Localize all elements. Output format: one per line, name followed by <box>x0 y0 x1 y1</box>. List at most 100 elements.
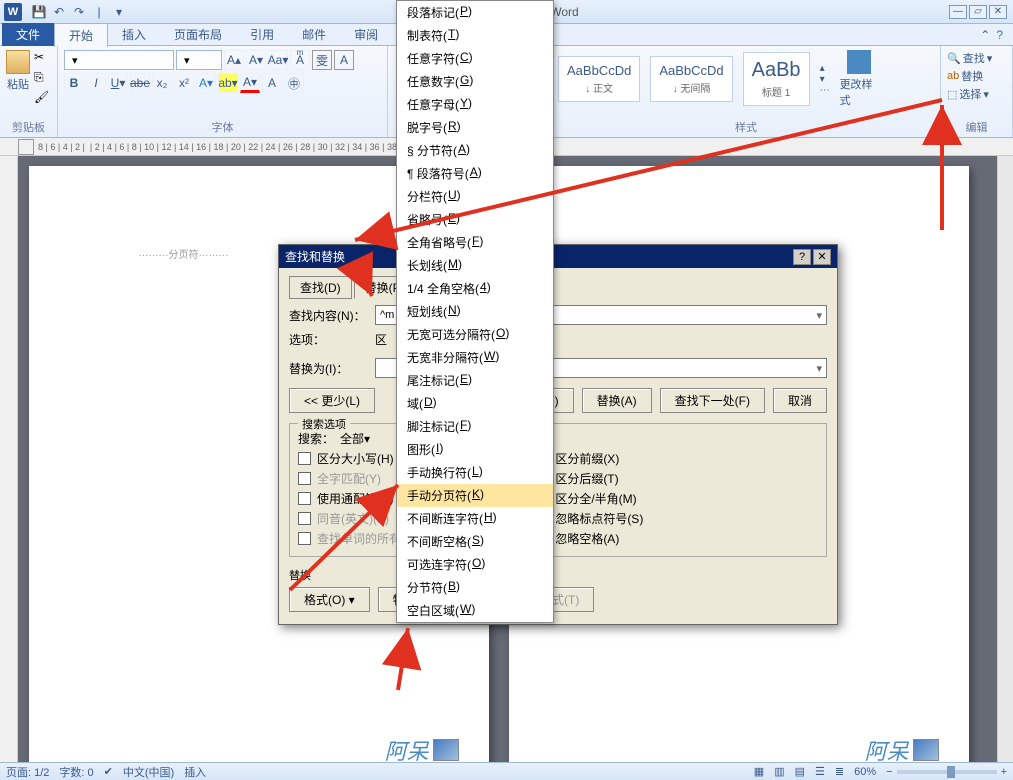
dialog-close-button[interactable]: ✕ <box>813 249 831 265</box>
replace-all-button[interactable]: 替换(A) <box>582 388 652 413</box>
bold-icon[interactable]: B <box>64 73 84 93</box>
view-outline-icon[interactable]: ☰ <box>815 765 825 778</box>
font-family-combo[interactable]: ▾ <box>64 50 174 70</box>
menu-item-2[interactable]: 任意字符(C) <box>397 47 553 70</box>
zoom-in-icon[interactable]: + <box>1001 766 1007 778</box>
tab-file[interactable]: 文件 <box>2 23 54 46</box>
zoom-value[interactable]: 60% <box>854 766 876 778</box>
qat-more-icon[interactable]: ▾ <box>110 3 128 21</box>
status-lang[interactable]: 中文(中国) <box>123 764 174 780</box>
chk-whole[interactable] <box>298 472 311 485</box>
menu-item-21[interactable]: 手动分页符(K) <box>397 484 553 507</box>
menu-item-16[interactable]: 尾注标记(E) <box>397 369 553 392</box>
menu-item-20[interactable]: 手动换行符(L) <box>397 461 553 484</box>
menu-item-10[interactable]: 全角省略号(F) <box>397 231 553 254</box>
menu-item-6[interactable]: § 分节符(A) <box>397 139 553 162</box>
grow-font-icon[interactable]: A▴ <box>224 50 244 70</box>
menu-item-5[interactable]: 脱字号(R) <box>397 116 553 139</box>
style-normal[interactable]: AaBbCcDd ↓ 正文 <box>558 56 640 102</box>
styles-scroll-up-icon[interactable]: ▴ <box>820 63 830 74</box>
italic-icon[interactable]: I <box>86 73 106 93</box>
chk-wildcard[interactable] <box>298 492 311 505</box>
menu-item-3[interactable]: 任意数字(G) <box>397 70 553 93</box>
menu-item-22[interactable]: 不间断连字符(H) <box>397 507 553 530</box>
less-button[interactable]: << 更少(L) <box>289 388 375 413</box>
dialog-titlebar[interactable]: 查找和替换 ? ✕ <box>279 245 837 268</box>
select-button[interactable]: ⬚选择▾ <box>947 86 1006 102</box>
menu-item-23[interactable]: 不间断空格(S) <box>397 530 553 553</box>
zoom-slider[interactable] <box>897 770 997 774</box>
menu-item-18[interactable]: 脚注标记(F) <box>397 415 553 438</box>
paste-button[interactable]: 粘贴 <box>6 50 30 108</box>
shrink-font-icon[interactable]: A▾ <box>246 50 266 70</box>
view-web-icon[interactable]: ▤ <box>795 765 805 778</box>
font-color-icon[interactable]: A▾ <box>240 73 260 93</box>
cancel-button[interactable]: 取消 <box>773 388 827 413</box>
replace-button[interactable]: ab替换 <box>947 68 1006 84</box>
tab-review[interactable]: 审阅 <box>340 23 392 46</box>
find-next-button[interactable]: 查找下一处(F) <box>660 388 765 413</box>
save-icon[interactable]: 💾 <box>30 3 48 21</box>
menu-item-0[interactable]: 段落标记(P) <box>397 1 553 24</box>
chk-sound[interactable] <box>298 512 311 525</box>
menu-item-7[interactable]: ¶ 段落符号(A) <box>397 162 553 185</box>
style-nospacing[interactable]: AaBbCcDd ↓ 无间隔 <box>650 56 732 102</box>
strike-icon[interactable]: abe <box>130 73 150 93</box>
change-styles-button[interactable]: 更改样式 <box>840 50 878 108</box>
superscript-icon[interactable]: x² <box>174 73 194 93</box>
tab-references[interactable]: 引用 <box>236 23 288 46</box>
menu-item-17[interactable]: 域(D) <box>397 392 553 415</box>
menu-item-9[interactable]: 省略号(E) <box>397 208 553 231</box>
menu-item-14[interactable]: 无宽可选分隔符(O) <box>397 323 553 346</box>
status-page[interactable]: 页面: 1/2 <box>6 764 49 780</box>
menu-item-24[interactable]: 可选连字符(O) <box>397 553 553 576</box>
vertical-scrollbar[interactable] <box>997 156 1013 762</box>
styles-scroll-down-icon[interactable]: ▾ <box>820 74 830 85</box>
view-draft-icon[interactable]: ≣ <box>835 765 844 778</box>
restore-button[interactable]: ▱ <box>969 5 987 19</box>
style-heading1[interactable]: AaBb 标题 1 <box>743 52 810 106</box>
menu-item-15[interactable]: 无宽非分隔符(W) <box>397 346 553 369</box>
underline-icon[interactable]: U▾ <box>108 73 128 93</box>
dialog-help-button[interactable]: ? <box>793 249 811 265</box>
tab-home[interactable]: 开始 <box>54 23 108 47</box>
char-border-icon[interactable]: A <box>334 50 354 70</box>
copy-icon[interactable]: ⎘ <box>34 70 52 88</box>
format-button[interactable]: 格式(O) ▾ <box>289 587 370 612</box>
status-mode[interactable]: 插入 <box>184 764 206 780</box>
font-size-combo[interactable]: ▾ <box>176 50 222 70</box>
menu-item-19[interactable]: 图形(I) <box>397 438 553 461</box>
clear-format-icon[interactable]: Aͫ <box>290 50 310 70</box>
char-shading-icon[interactable]: A <box>262 73 282 93</box>
subscript-icon[interactable]: x₂ <box>152 73 172 93</box>
help-icon[interactable]: ? <box>996 28 1003 42</box>
menu-item-1[interactable]: 制表符(T) <box>397 24 553 47</box>
close-button[interactable]: ✕ <box>989 5 1007 19</box>
chk-forms[interactable] <box>298 532 311 545</box>
status-proof-icon[interactable]: ✔ <box>104 765 113 778</box>
enclose-char-icon[interactable]: ㊥ <box>284 73 304 93</box>
chk-case[interactable] <box>298 452 311 465</box>
status-words[interactable]: 字数: 0 <box>59 764 93 780</box>
styles-more-icon[interactable]: ⋯ <box>820 85 830 96</box>
highlight-icon[interactable]: ab▾ <box>218 73 238 93</box>
tab-mailings[interactable]: 邮件 <box>288 23 340 46</box>
view-print-icon[interactable]: ▦ <box>754 765 764 778</box>
format-painter-icon[interactable]: 🖌 <box>34 90 52 108</box>
menu-item-11[interactable]: 长划线(M) <box>397 254 553 277</box>
tab-insert[interactable]: 插入 <box>108 23 160 46</box>
menu-item-4[interactable]: 任意字母(Y) <box>397 93 553 116</box>
cut-icon[interactable]: ✂ <box>34 50 52 68</box>
menu-item-12[interactable]: 1/4 全角空格(4) <box>397 277 553 300</box>
menu-item-13[interactable]: 短划线(N) <box>397 300 553 323</box>
menu-item-25[interactable]: 分节符(B) <box>397 576 553 599</box>
phonetic-icon[interactable]: 雯 <box>312 50 332 70</box>
minimize-button[interactable]: — <box>949 5 967 19</box>
dtab-find[interactable]: 查找(D) <box>289 276 352 299</box>
menu-item-26[interactable]: 空白区域(W) <box>397 599 553 622</box>
undo-icon[interactable]: ↶ <box>50 3 68 21</box>
view-read-icon[interactable]: ▥ <box>774 765 784 778</box>
minimize-ribbon-icon[interactable]: ⌃ <box>980 28 990 42</box>
zoom-out-icon[interactable]: − <box>886 766 892 778</box>
redo-icon[interactable]: ↷ <box>70 3 88 21</box>
